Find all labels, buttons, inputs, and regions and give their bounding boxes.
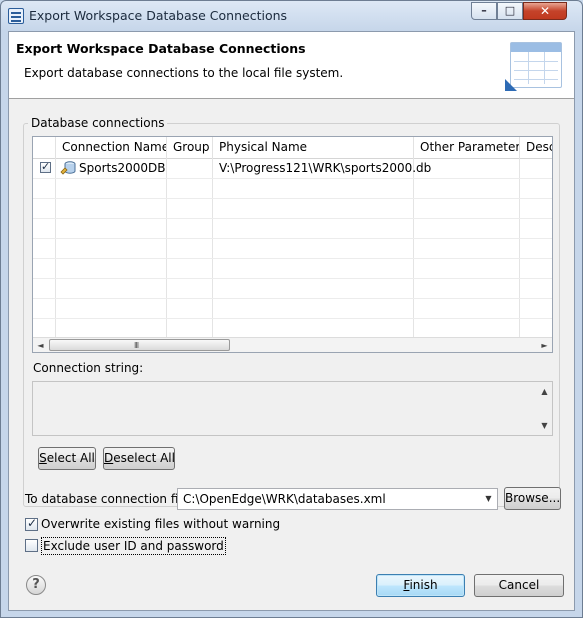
table-row[interactable]: Sports2000DB V:\Progress121\WRK\sports20… <box>33 158 552 178</box>
scroll-left-icon[interactable]: ◄ <box>33 338 48 352</box>
connection-string-label: Connection string: <box>33 361 144 375</box>
database-connections-label: Database connections <box>28 116 168 130</box>
maximize-button[interactable]: □ <box>497 2 523 20</box>
title-bar[interactable]: Export Workspace Database Connections – … <box>1 1 582 31</box>
column-header-description[interactable]: Description <box>520 137 552 158</box>
exclude-credentials-label: Exclude user ID and password <box>41 537 226 555</box>
cell-physical-name: V:\Progress121\WRK\sports2000.db <box>219 161 432 175</box>
vertical-scrollbar[interactable]: ▲ ▼ <box>537 382 552 435</box>
overwrite-checkbox[interactable] <box>25 517 38 531</box>
minimize-icon: – <box>481 4 487 17</box>
wizard-header: Export Workspace Database Connections Ex… <box>9 32 574 99</box>
database-connection-icon <box>60 161 76 175</box>
finish-label: Finish <box>403 578 438 592</box>
column-header-other-parameters[interactable]: Other Parameters <box>414 137 520 158</box>
select-all-button[interactable]: Select All <box>38 447 96 470</box>
exclude-credentials-checkbox[interactable] <box>25 539 38 552</box>
help-icon[interactable]: ? <box>26 575 46 595</box>
maximize-icon: □ <box>504 4 516 17</box>
connection-file-combo[interactable]: C:\OpenEdge\WRK\databases.xml ▼ <box>177 488 498 510</box>
dialog-window: Export Workspace Database Connections – … <box>0 0 583 618</box>
column-header-physical-name[interactable]: Physical Name <box>213 137 414 158</box>
column-header-connection-name[interactable]: Connection Name <box>56 137 167 158</box>
window-title: Export Workspace Database Connections <box>29 8 288 23</box>
browse-button[interactable]: Browse... <box>504 487 561 510</box>
connections-table[interactable]: Connection Name Group Physical Name Othe… <box>32 136 553 353</box>
cancel-label: Cancel <box>498 578 540 592</box>
scrollbar-grip-icon: III <box>134 341 139 350</box>
browse-label: Browse... <box>505 491 561 505</box>
scrollbar-thumb[interactable]: III <box>49 339 230 351</box>
select-all-label: Select All <box>39 451 95 465</box>
close-button[interactable]: ✕ <box>523 2 567 20</box>
scroll-right-icon[interactable]: ► <box>537 338 552 352</box>
table-export-icon <box>505 42 562 91</box>
horizontal-scrollbar[interactable]: ◄ III ► <box>33 337 552 352</box>
connection-string-field[interactable]: ▲ ▼ <box>32 381 553 436</box>
chevron-down-icon[interactable]: ▼ <box>480 489 497 509</box>
minimize-button[interactable]: – <box>471 2 497 20</box>
cancel-button[interactable]: Cancel <box>474 574 564 597</box>
header-title: Export Workspace Database Connections <box>16 41 306 56</box>
scroll-up-icon[interactable]: ▲ <box>537 384 552 399</box>
table-header: Connection Name Group Physical Name Othe… <box>33 137 552 159</box>
cell-connection-name: Sports2000DB <box>79 161 166 175</box>
connection-file-value: C:\OpenEdge\WRK\databases.xml <box>183 492 386 506</box>
scroll-down-icon[interactable]: ▼ <box>537 418 552 433</box>
overwrite-label: Overwrite existing files without warning <box>41 517 281 531</box>
dialog-client-area: Export Workspace Database Connections Ex… <box>8 31 575 611</box>
deselect-all-label: Deselect All <box>104 451 175 465</box>
header-description: Export database connections to the local… <box>24 66 344 80</box>
finish-button[interactable]: Finish <box>376 574 465 597</box>
row-select-checkbox[interactable] <box>40 160 51 173</box>
column-header-select[interactable] <box>33 137 56 158</box>
column-header-group[interactable]: Group <box>167 137 213 158</box>
close-icon: ✕ <box>539 4 551 18</box>
app-icon <box>8 8 24 24</box>
connection-file-label: To database connection file: <box>25 492 194 506</box>
deselect-all-button[interactable]: Deselect All <box>103 447 175 470</box>
